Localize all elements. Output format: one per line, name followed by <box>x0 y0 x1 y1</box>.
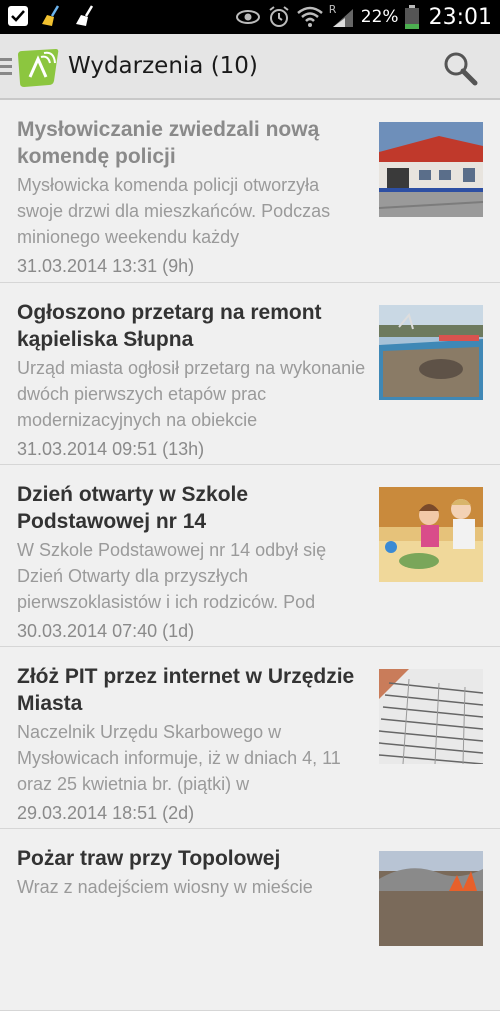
news-thumbnail-grass-fire <box>379 851 483 946</box>
news-date: 31.03.2014 13:31 (9h) <box>17 256 195 276</box>
news-list: Mysłowiczanie zwiedzali nową komendę pol… <box>0 100 500 1011</box>
news-item[interactable]: Pożar traw przy Topolowej Wraz z nadejśc… <box>0 829 500 1011</box>
news-item[interactable]: Dzień otwarty w Szkole Podstawowej nr 14… <box>0 465 500 647</box>
alarm-icon <box>269 6 289 27</box>
cleaner-notification-icon <box>76 5 94 26</box>
page-title: Wydarzenia (10) <box>68 53 258 79</box>
signal-icon: R <box>329 3 355 29</box>
action-bar: Wydarzenia (10) <box>0 34 500 100</box>
news-date: 30.03.2014 07:40 (1d) <box>17 621 195 641</box>
news-thumbnail-school-kids <box>379 487 483 582</box>
news-title: Mysłowiczanie zwiedzali nową komendę pol… <box>17 118 320 168</box>
clock: 23:01 <box>428 4 492 30</box>
news-description: Urząd miasta ogłosił przetarg na wykonan… <box>17 358 366 430</box>
news-title: Dzień otwarty w Szkole Podstawowej nr 14 <box>17 483 249 533</box>
news-description: Wraz z nadejściem wiosny w mieście <box>17 877 313 897</box>
news-thumbnail-swimming-pool <box>379 305 483 400</box>
news-thumbnail-police-station <box>379 122 483 217</box>
news-description: Naczelnik Urzędu Skarbowego w Mysłowicac… <box>17 722 341 794</box>
news-item[interactable]: Ogłoszono przetarg na remont kąpieliska … <box>0 283 500 465</box>
news-item[interactable]: Złóż PIT przez internet w Urzędzie Miast… <box>0 647 500 829</box>
news-date: 29.03.2014 18:51 (2d) <box>17 803 195 823</box>
news-title: Ogłoszono przetarg na remont kąpieliska … <box>17 301 322 351</box>
news-description: W Szkole Podstawowej nr 14 odbył się Dzi… <box>17 540 327 612</box>
news-item[interactable]: Mysłowiczanie zwiedzali nową komendę pol… <box>0 100 500 283</box>
battery-percent: 22% <box>360 7 399 27</box>
app-logo-icon[interactable] <box>16 47 60 89</box>
status-bar: R 22% 23:01 <box>0 0 500 34</box>
search-icon[interactable] <box>442 50 478 86</box>
news-title: Pożar traw przy Topolowej <box>17 847 281 870</box>
news-thumbnail-tax-form <box>379 669 483 764</box>
drawer-menu-icon[interactable] <box>0 58 12 76</box>
news-description: Mysłowicka komenda policji otworzyła swo… <box>17 175 331 247</box>
checkbox-notification-icon <box>8 6 28 26</box>
eye-icon <box>235 10 260 24</box>
news-date: 31.03.2014 09:51 (13h) <box>17 439 205 459</box>
broom-notification-icon <box>42 5 60 26</box>
news-title: Złóż PIT przez internet w Urzędzie Miast… <box>17 665 355 715</box>
battery-icon <box>404 5 419 29</box>
wifi-icon <box>296 6 323 27</box>
